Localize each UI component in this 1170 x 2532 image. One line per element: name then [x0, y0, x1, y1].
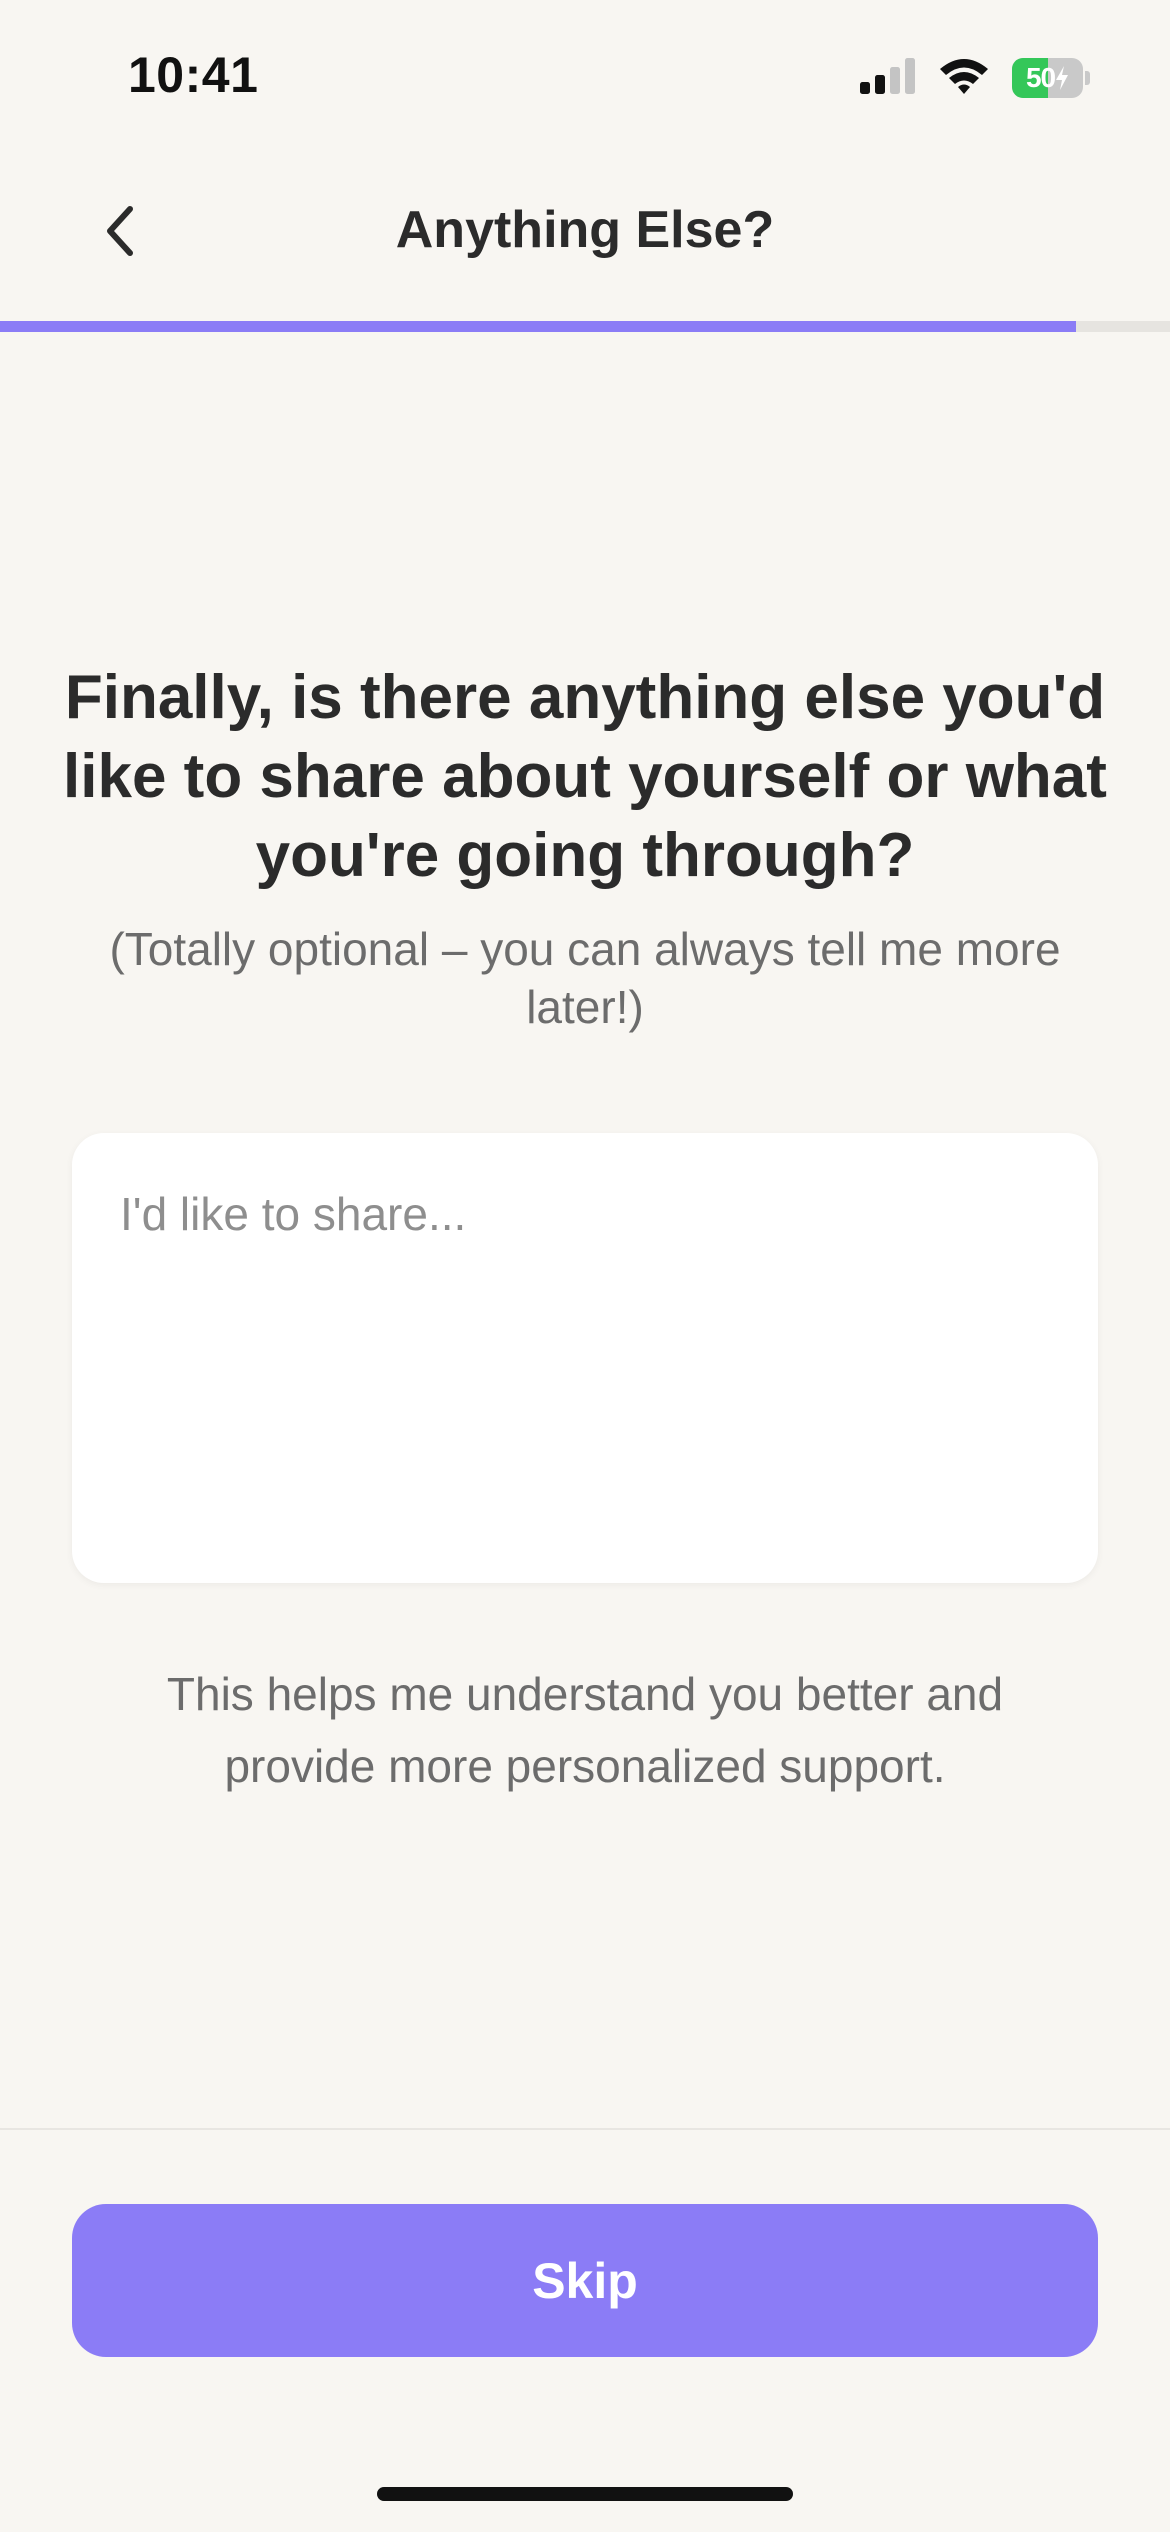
footer-divider — [0, 2128, 1170, 2130]
share-input[interactable] — [72, 1133, 1098, 1583]
cellular-signal-icon — [860, 57, 916, 99]
anything-else-screen: 10:41 50 Anything Else? Finally, is ther… — [0, 0, 1170, 2532]
question-subtitle: (Totally optional – you can always tell … — [109, 923, 1061, 1033]
status-icons: 50 — [860, 56, 1090, 100]
skip-button[interactable]: Skip — [72, 2204, 1098, 2357]
share-input-container — [72, 1133, 1098, 1583]
wifi-icon — [938, 57, 990, 100]
battery-body: 50 — [1012, 58, 1084, 98]
battery-charging-icon: 50 — [1012, 58, 1090, 98]
page-title: Anything Else? — [395, 201, 775, 259]
question-title: Finally, is there anything else you'd li… — [63, 663, 1107, 890]
progress-bar — [0, 321, 1170, 332]
battery-nub — [1085, 71, 1090, 85]
status-time: 10:41 — [128, 47, 259, 103]
battery-level-text: 50 — [1025, 62, 1056, 93]
charging-bolt-icon — [1056, 66, 1069, 90]
helper-text: This helps me understand you better and … — [166, 1668, 1004, 1792]
home-indicator[interactable] — [377, 2487, 793, 2501]
battery-level: 50 — [1012, 58, 1083, 98]
progress-fill — [0, 321, 1077, 332]
